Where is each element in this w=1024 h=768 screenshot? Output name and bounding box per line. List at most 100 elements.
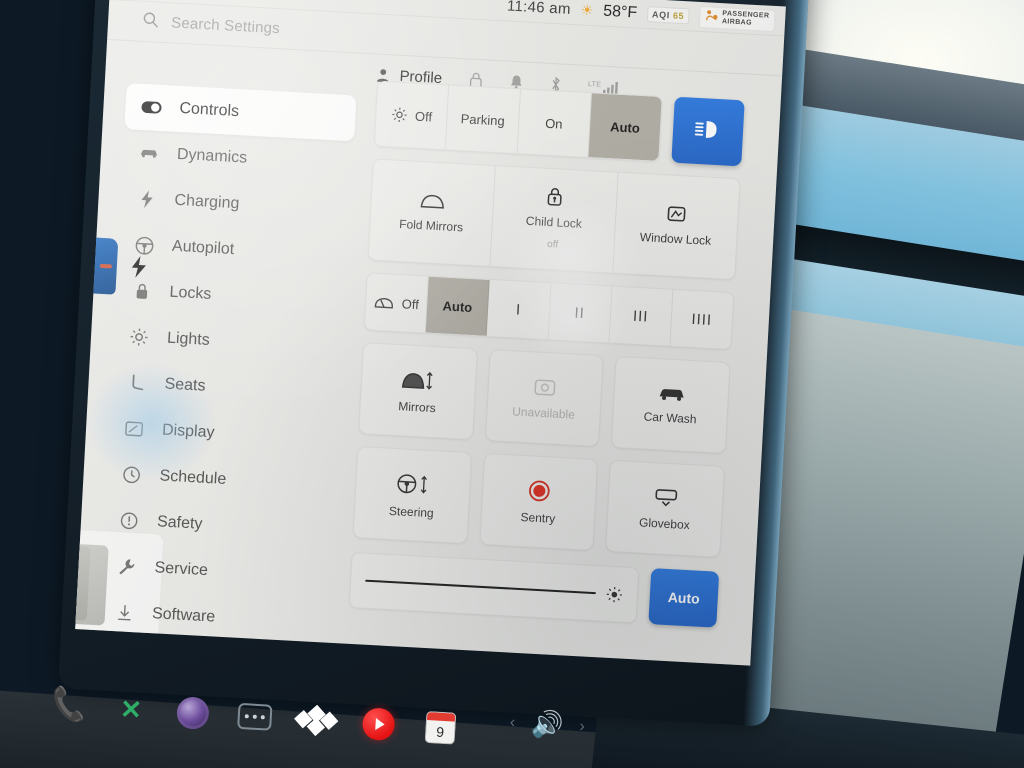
search-input-placeholder[interactable]: Search Settings: [171, 14, 281, 37]
aqi-value: 65: [672, 9, 685, 21]
auto-label: Auto: [667, 589, 701, 607]
high-beam-icon: [693, 117, 722, 145]
brightness-track[interactable]: [365, 579, 596, 595]
volume-icon[interactable]: 🔊: [530, 708, 564, 741]
open-trunk-label: pen unk: [75, 95, 90, 149]
wiper-option-4[interactable]: IIII: [670, 290, 733, 349]
headlight-sun-icon: [391, 106, 408, 123]
passenger-airbag-indicator: PASSENGER AIRBAG: [698, 5, 776, 32]
camera-lens-icon: [175, 696, 210, 731]
bolt-icon: [136, 190, 157, 209]
child-lock-icon: [546, 186, 564, 207]
headlight-option-auto[interactable]: Auto: [588, 93, 662, 161]
glovebox-card[interactable]: Glovebox: [605, 459, 725, 558]
wiper-option-1[interactable]: I: [486, 279, 552, 340]
passenger-airbag-icon: [705, 9, 719, 25]
car-wash-icon: [657, 385, 686, 402]
download-icon: [114, 603, 135, 622]
aqi-label: AQI: [651, 8, 671, 20]
camera-app-icon[interactable]: [161, 688, 226, 738]
navigation-icon: [111, 649, 132, 666]
wiper-option-label: III: [632, 307, 649, 326]
wiper-option-auto[interactable]: Auto: [425, 276, 491, 336]
window-lock-icon: [666, 204, 687, 223]
car-render: [75, 234, 119, 295]
wiper-option-off[interactable]: Off: [364, 273, 429, 333]
steering-adjust-icon: [395, 471, 430, 497]
settings-sidebar: Controls Dynamics Charging Autopilot Loc…: [94, 83, 357, 666]
brightness-auto-button[interactable]: Auto: [648, 568, 720, 628]
temperature-label: 58°F: [602, 2, 638, 22]
headlight-option-parking[interactable]: Parking: [445, 85, 521, 154]
controls-card-grid: Mirrors Unavailable Car Wash Steering Se…: [352, 342, 731, 558]
card-label: Steering: [388, 503, 435, 520]
steering-card[interactable]: Steering: [352, 446, 472, 545]
card-label: Glovebox: [638, 514, 691, 532]
more-apps-icon[interactable]: [223, 692, 288, 742]
aqi-badge[interactable]: AQI 65: [646, 5, 690, 24]
screenshot-root: pen unk 11:46 am ☀ 58°F AQI 65 PASSENGER…: [0, 0, 1024, 768]
card-label: Unavailable: [511, 403, 576, 422]
sidebar-label: Navigation: [149, 651, 226, 666]
ytmusic-app-icon[interactable]: [346, 699, 411, 749]
shuffle-x-icon: ✕: [119, 693, 143, 725]
airbag-text: PASSENGER AIRBAG: [722, 10, 770, 29]
headlight-option-label: On: [544, 115, 563, 132]
tidal-app-icon[interactable]: [284, 696, 349, 746]
next-track-button[interactable]: ›: [579, 718, 585, 736]
wiper-option-label: Auto: [442, 297, 473, 315]
tile-label: Fold Mirrors: [398, 216, 464, 234]
wiper-option-label: Off: [401, 295, 420, 312]
headlight-option-label: Off: [414, 108, 433, 125]
mirrors-card[interactable]: Mirrors: [358, 342, 478, 441]
calendar-icon: 9: [424, 710, 457, 745]
sentry-card[interactable]: Sentry: [479, 452, 599, 551]
sidebar-label: Dynamics: [176, 145, 248, 167]
fold-mirrors-button[interactable]: Fold Mirrors: [368, 159, 497, 266]
wiper-speed-selector: Off Auto I II III IIII: [363, 272, 735, 351]
display-icon: [124, 420, 145, 437]
sun-rays-icon: [129, 328, 150, 347]
child-lock-button[interactable]: Child Lock off: [490, 166, 619, 273]
tile-sublabel: off: [546, 239, 559, 251]
shuffle-app-icon[interactable]: ✕: [99, 685, 164, 735]
wiper-option-label: II: [574, 304, 586, 322]
phone-app-icon[interactable]: 📞: [37, 681, 102, 731]
youtube-music-icon: [361, 707, 396, 742]
mirror-icon: [419, 192, 446, 210]
wiper-option-label: IIII: [691, 310, 713, 329]
card-label: Mirrors: [398, 398, 437, 415]
padlock-icon: [131, 282, 152, 301]
trunk-label-line2: unk: [75, 123, 88, 146]
wrench-icon: [116, 557, 137, 576]
sidebar-label: Service: [154, 559, 209, 580]
card-label: Sentry: [520, 509, 556, 526]
calendar-app-icon[interactable]: 9: [408, 703, 473, 753]
sidebar-label: Display: [161, 421, 215, 442]
high-beam-button[interactable]: [671, 96, 745, 167]
tile-label: Window Lock: [639, 230, 712, 248]
sidebar-label: Software: [151, 605, 216, 626]
wiper-icon: [373, 294, 394, 310]
toggle-icon: [141, 100, 162, 115]
headlight-mode-selector: Off Parking On Auto: [373, 80, 663, 162]
window-lock-button[interactable]: Window Lock: [613, 173, 740, 279]
camera-icon: [533, 376, 556, 397]
clock-label: 11:46 am: [506, 0, 572, 18]
car-wash-card[interactable]: Car Wash: [611, 355, 731, 454]
volume-controls: ‹ 🔊 ›: [509, 707, 586, 742]
calendar-day: 9: [435, 723, 445, 741]
wiper-option-3[interactable]: III: [609, 286, 674, 346]
sidebar-label: Safety: [156, 513, 203, 533]
wiper-option-2[interactable]: II: [548, 283, 613, 343]
sidebar-label: Locks: [169, 283, 212, 303]
headlight-option-on[interactable]: On: [517, 89, 592, 158]
headlight-option-off[interactable]: Off: [374, 81, 450, 150]
car-icon: [139, 147, 160, 160]
sentry-record-icon: [528, 479, 551, 502]
seat-icon: [126, 373, 147, 392]
unavailable-card: Unavailable: [484, 349, 605, 448]
ellipsis-icon: [237, 702, 273, 731]
lock-mirrors-row: Fold Mirrors Child Lock off Window Lock: [367, 158, 741, 281]
prev-track-button[interactable]: ‹: [509, 713, 515, 731]
